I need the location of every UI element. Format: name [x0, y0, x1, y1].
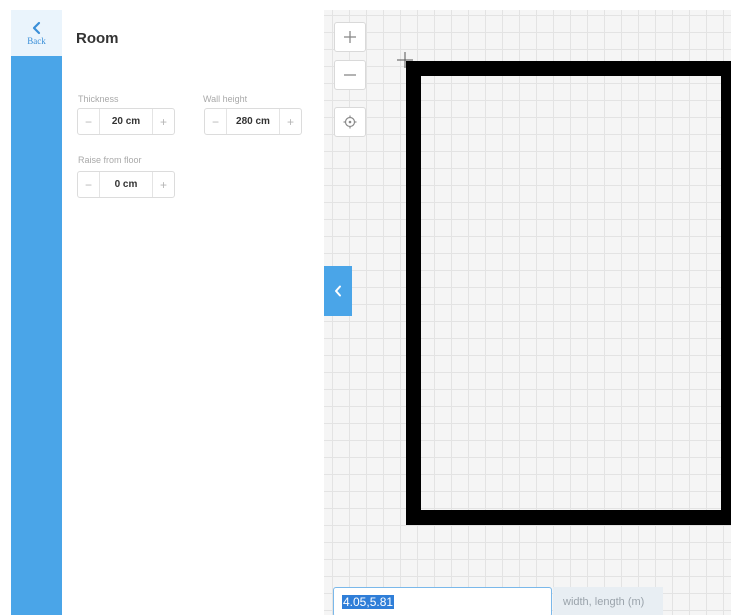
thickness-value[interactable]: 20 cm [100, 109, 152, 134]
back-label: Back [27, 35, 46, 46]
crosshair-cursor-icon [397, 52, 413, 68]
raise-from-floor-label: Raise from floor [78, 155, 142, 165]
target-icon [343, 115, 357, 129]
chevron-left-icon [32, 21, 40, 34]
thickness-label: Thickness [78, 94, 119, 104]
dimensions-input[interactable]: 4.05,5.81 [333, 587, 552, 615]
room-walls[interactable] [406, 61, 731, 525]
thickness-decrease-button[interactable]: − [78, 109, 100, 134]
wall-height-increase-button[interactable]: + [279, 109, 301, 134]
thickness-increase-button[interactable]: + [152, 109, 174, 134]
raise-increase-button[interactable]: + [152, 172, 174, 197]
wall-height-value[interactable]: 280 cm [227, 109, 279, 134]
panel-title: Room [76, 30, 119, 47]
navigation-rail [11, 10, 62, 615]
collapse-panel-button[interactable] [324, 266, 352, 316]
dimensions-value: 4.05,5.81 [342, 595, 395, 609]
wall-height-label: Wall height [203, 94, 248, 104]
chevron-left-icon [335, 285, 341, 297]
wall-height-decrease-button[interactable]: − [205, 109, 227, 134]
raise-decrease-button[interactable]: − [78, 172, 100, 197]
back-button[interactable]: Back [11, 10, 62, 56]
dimensions-hint: width, length (m) [553, 587, 663, 615]
wall-height-stepper: − 280 cm + [204, 108, 302, 135]
thickness-stepper: − 20 cm + [77, 108, 175, 135]
zoom-in-button[interactable] [334, 22, 366, 52]
raise-from-floor-stepper: − 0 cm + [77, 171, 175, 198]
properties-panel: Room Thickness − 20 cm + Wall height − 2… [62, 10, 324, 615]
minus-icon [344, 74, 356, 76]
dimensions-hint-text: width, length (m) [563, 596, 645, 608]
zoom-out-button[interactable] [334, 60, 366, 90]
center-view-button[interactable] [334, 107, 366, 137]
raise-from-floor-value[interactable]: 0 cm [100, 172, 152, 197]
plus-icon [344, 31, 356, 43]
